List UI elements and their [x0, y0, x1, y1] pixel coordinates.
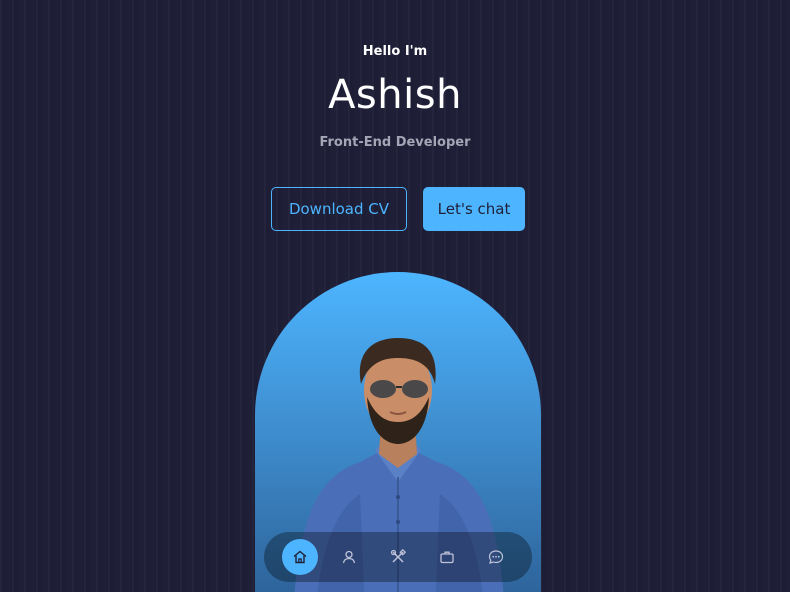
user-icon	[343, 550, 356, 564]
chat-icon	[488, 550, 503, 564]
cta-buttons: Download CV Let's chat	[271, 187, 525, 231]
nav-contact[interactable]	[478, 539, 514, 575]
bottom-nav	[264, 532, 532, 582]
download-cv-button[interactable]: Download CV	[271, 187, 407, 231]
nav-about[interactable]	[331, 539, 367, 575]
role-text: Front-End Developer	[319, 135, 471, 150]
home-icon	[293, 550, 307, 564]
nav-skills[interactable]	[380, 539, 416, 575]
nav-home[interactable]	[282, 539, 319, 575]
hero-name: Ashish	[328, 72, 462, 118]
greeting-text: Hello I'm	[362, 44, 428, 59]
tools-icon	[390, 549, 406, 563]
lets-chat-button[interactable]: Let's chat	[423, 187, 525, 231]
nav-portfolio[interactable]	[429, 539, 465, 575]
briefcase-icon	[440, 551, 454, 564]
